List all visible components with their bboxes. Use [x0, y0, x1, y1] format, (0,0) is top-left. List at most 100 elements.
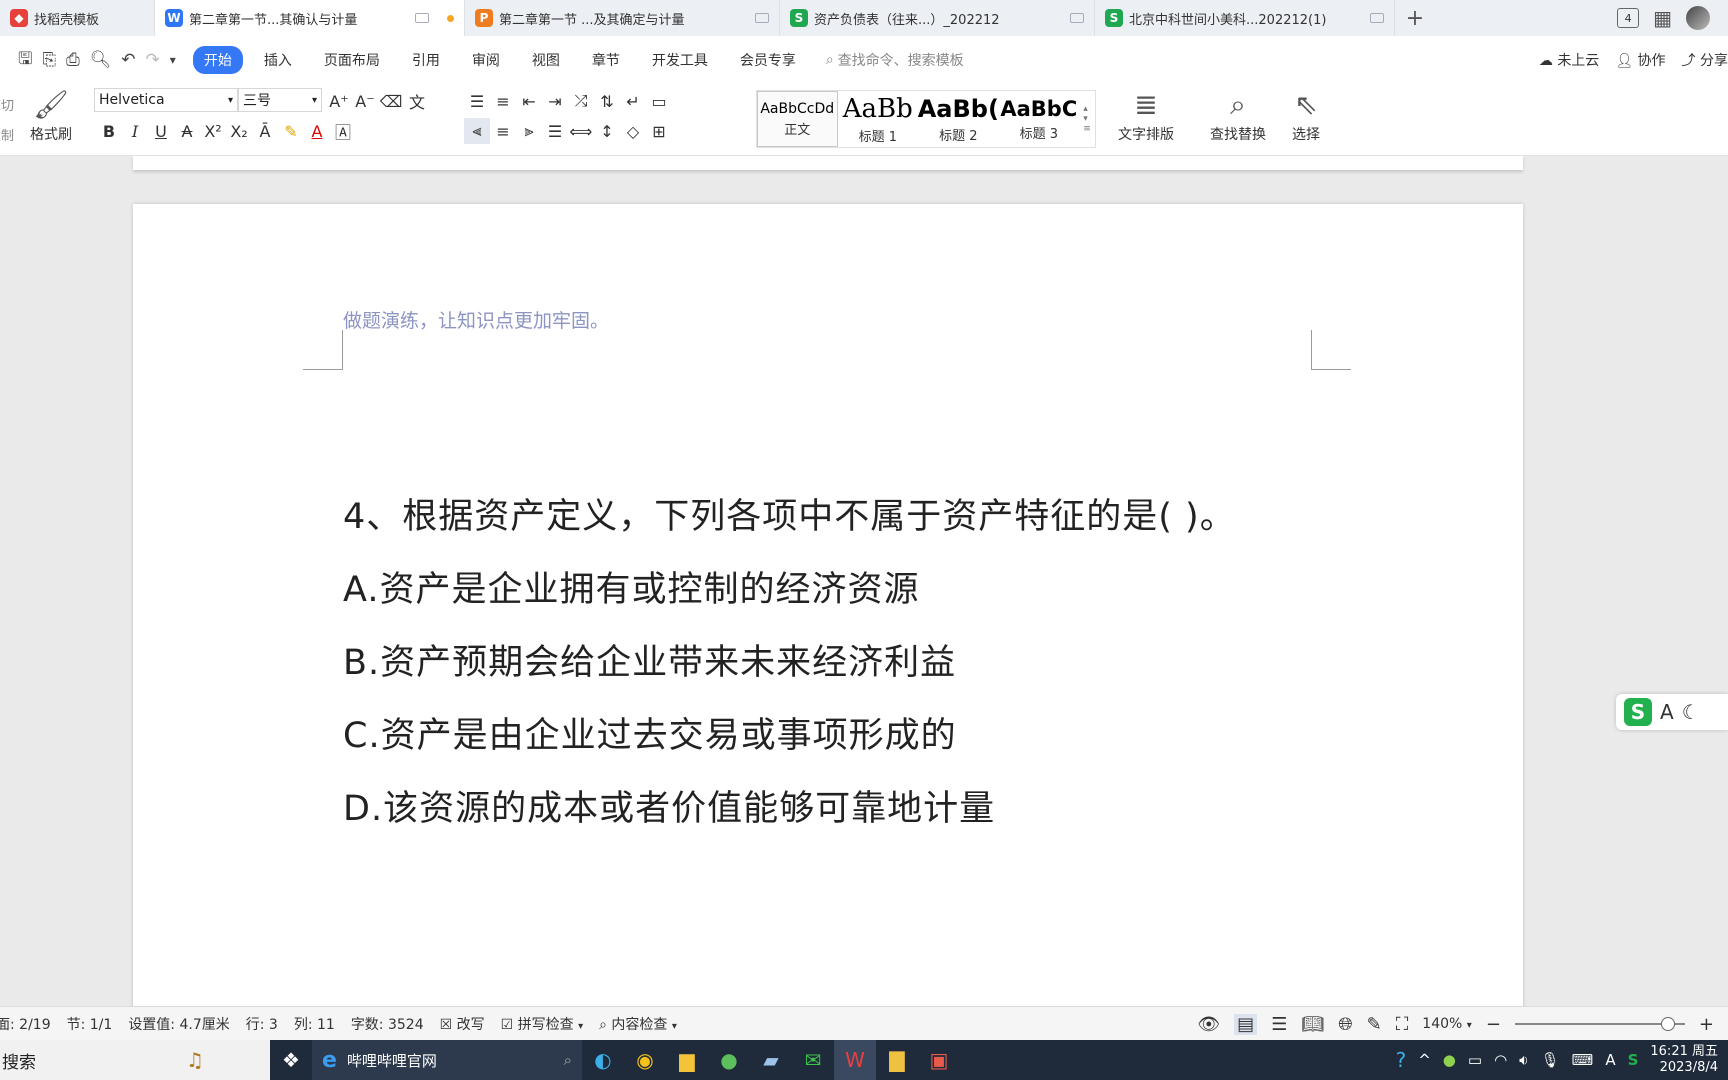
revise-toggle[interactable]: ☒ 改写: [440, 1014, 485, 1034]
wechat-icon[interactable]: ✉: [792, 1040, 834, 1080]
font-color-icon[interactable]: A: [304, 118, 330, 144]
shading-icon[interactable]: ◇: [620, 118, 646, 144]
distribute-icon[interactable]: ⟺: [568, 118, 594, 144]
align-right-icon[interactable]: ⫸: [516, 118, 542, 144]
pdf-icon[interactable]: ▣: [918, 1040, 960, 1080]
web-view-icon[interactable]: 🌐︎: [1338, 1014, 1352, 1035]
menu-view[interactable]: 视图: [521, 46, 571, 74]
style-heading-2[interactable]: AaBb( 标题 2: [918, 91, 999, 147]
zoom-in-icon[interactable]: +: [1699, 1014, 1714, 1035]
font-size-select[interactable]: 三号 ▾: [238, 88, 322, 112]
italic-icon[interactable]: I: [122, 118, 148, 144]
outline-view-icon[interactable]: ☰: [1271, 1014, 1287, 1035]
sort-icon[interactable]: ⇅: [594, 88, 620, 114]
redo-icon[interactable]: ↷: [146, 50, 160, 70]
option-c[interactable]: C.资产是由企业过去交易或事项形成的: [343, 707, 957, 758]
align-left-icon[interactable]: ⫷: [464, 118, 490, 144]
tab-active-document[interactable]: W 第二章第一节...其确认与计量: [155, 0, 465, 36]
page-indicator[interactable]: 页面: 2/19: [0, 1014, 51, 1034]
chevron-down-icon[interactable]: ▾: [170, 53, 176, 67]
command-search[interactable]: ⌕ 查找命令、搜索模板: [826, 50, 964, 70]
pen-icon[interactable]: ✎: [1367, 1014, 1382, 1035]
edge-icon[interactable]: ◐: [582, 1040, 624, 1080]
style-heading-3[interactable]: AaBbC 标题 3: [999, 91, 1080, 147]
tab-spreadsheet-2[interactable]: S 北京中科世间小美科...202212(1): [1095, 0, 1395, 36]
word-count[interactable]: 字数: 3524: [351, 1014, 424, 1034]
keyboard-icon[interactable]: ⌨: [1572, 1051, 1594, 1069]
chevron-up-icon[interactable]: ^: [1418, 1051, 1431, 1069]
folder-icon[interactable]: ▇: [876, 1040, 918, 1080]
document-area[interactable]: 做题演练，让知识点更加牢固。 4、根据资产定义，下列各项中不属于资产特征的是( …: [0, 156, 1728, 1006]
window-count-icon[interactable]: 4: [1617, 8, 1640, 28]
align-center-icon[interactable]: ≡: [490, 118, 516, 144]
cloud-status[interactable]: ☁ 未上云: [1539, 50, 1599, 70]
tab-presentation[interactable]: P 第二章第一节 ...及其确定与计量: [465, 0, 780, 36]
find-replace-button[interactable]: ⌕ 查找替换: [1210, 88, 1266, 144]
sogou-tray-icon[interactable]: S: [1628, 1051, 1639, 1069]
input-mode-icon[interactable]: A: [1605, 1051, 1615, 1069]
style-gallery-scroll[interactable]: ▴ ▾ ≡: [1079, 91, 1095, 147]
tab-spreadsheet-1[interactable]: S 资产负债表（往来...）_202212: [780, 0, 1095, 36]
select-button[interactable]: ⇖ 选择: [1292, 88, 1320, 144]
text-layout-button[interactable]: ≣ 文字排版: [1118, 88, 1174, 144]
zoom-slider-knob[interactable]: [1660, 1017, 1675, 1031]
borders-icon[interactable]: ⊞: [646, 118, 672, 144]
menu-member[interactable]: 会员专享: [729, 46, 807, 74]
new-tab-button[interactable]: +: [1395, 0, 1435, 36]
menu-references[interactable]: 引用: [401, 46, 451, 74]
export-icon[interactable]: ⎘: [42, 50, 56, 70]
wps-icon[interactable]: W: [834, 1040, 876, 1080]
help-icon[interactable]: ?: [1396, 1048, 1407, 1072]
taskbar-running-browser[interactable]: e 哔哩哔哩官网 ⌕: [312, 1040, 582, 1080]
clock[interactable]: 16:21 周五 2023/8/4: [1650, 1044, 1718, 1076]
menu-review[interactable]: 审阅: [461, 46, 511, 74]
undo-icon[interactable]: ↶: [121, 50, 135, 70]
decrease-indent-icon[interactable]: ⇤: [516, 88, 542, 114]
line-spacing-icon[interactable]: ↕: [594, 118, 620, 144]
text-effect-icon[interactable]: Ā: [252, 118, 278, 144]
tab-templates[interactable]: ◆ 找稻壳模板: [0, 0, 155, 36]
increase-indent-icon[interactable]: ⇥: [542, 88, 568, 114]
fit-page-icon[interactable]: ⛶: [1396, 1014, 1409, 1035]
grow-font-icon[interactable]: A⁺: [326, 88, 352, 114]
option-b[interactable]: B.资产预期会给企业带来未来经济利益: [343, 634, 956, 685]
file-explorer-icon[interactable]: ▆: [666, 1040, 708, 1080]
bullet-list-icon[interactable]: ☰: [464, 88, 490, 114]
notepad-icon[interactable]: ▰: [750, 1040, 792, 1080]
zoom-out-icon[interactable]: −: [1486, 1014, 1501, 1035]
zoom-level[interactable]: 140% ▾: [1422, 1016, 1472, 1032]
phonetic-icon[interactable]: 文: [404, 88, 430, 114]
question-text[interactable]: 4、根据资产定义，下列各项中不属于资产特征的是( )。: [343, 488, 1236, 539]
format-painter-button[interactable]: 🖌︎ 格式刷: [30, 88, 72, 144]
justify-icon[interactable]: ☰: [542, 118, 568, 144]
superscript-icon[interactable]: X²: [200, 118, 226, 144]
collaborate-button[interactable]: 👤︎ 协作: [1615, 50, 1665, 70]
menu-page-layout[interactable]: 页面布局: [313, 46, 391, 74]
ruler-icon[interactable]: ▭: [646, 88, 672, 114]
save-icon[interactable]: 🖫: [18, 46, 32, 75]
char-border-icon[interactable]: 🄰: [330, 118, 356, 144]
grid-apps-icon[interactable]: ▦: [1653, 6, 1672, 30]
print-preview-icon[interactable]: 🔍︎: [90, 50, 112, 70]
subscript-icon[interactable]: X₂: [226, 118, 252, 144]
clear-format-icon[interactable]: ⌫: [378, 88, 404, 114]
share-button[interactable]: ⤴ 分享: [1682, 50, 1728, 70]
menu-home[interactable]: 开始: [192, 46, 243, 74]
taskbar-search[interactable]: 搜索 ♫: [0, 1040, 270, 1080]
volume-icon[interactable]: 🔉︎: [1519, 1051, 1528, 1069]
option-d[interactable]: D.该资源的成本或者价值能够可靠地计量: [343, 780, 995, 831]
reading-view-icon[interactable]: 📖︎: [1301, 1014, 1324, 1035]
font-family-select[interactable]: Helvetica ▾: [94, 88, 238, 112]
highlight-icon[interactable]: ✎: [278, 118, 304, 144]
chinese-layout-icon[interactable]: ⤮: [568, 88, 594, 114]
style-heading-1[interactable]: AaBb 标题 1: [838, 91, 919, 147]
style-normal[interactable]: AaBbCcDd 正文: [757, 91, 838, 147]
print-icon[interactable]: ⎙: [66, 50, 80, 70]
eye-protection-icon[interactable]: 👁︎: [1197, 1014, 1220, 1035]
microphone-icon[interactable]: 🎙︎: [1541, 1051, 1560, 1069]
wifi-icon[interactable]: ◠: [1494, 1051, 1507, 1069]
option-a[interactable]: A.资产是企业拥有或控制的经济资源: [343, 561, 919, 612]
zoom-slider[interactable]: [1514, 1017, 1685, 1031]
ime-toolbar[interactable]: S A ☾: [1616, 694, 1728, 730]
copy-button[interactable]: 复制: [0, 122, 14, 152]
